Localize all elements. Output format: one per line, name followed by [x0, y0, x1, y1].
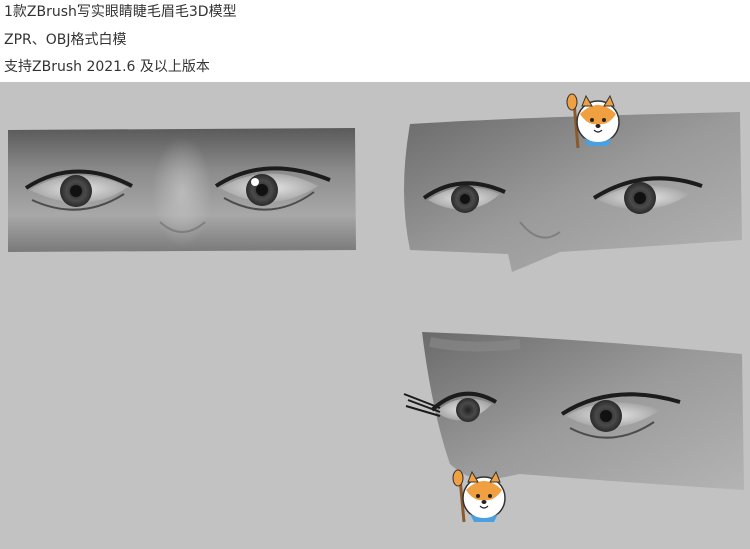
eye-model-front-view — [8, 128, 356, 252]
eye-model-three-quarter-view — [404, 112, 742, 272]
description-text-block: 1款ZBrush写实眼睛睫毛眉毛3D模型 ZPR、OBJ格式白模 支持ZBrus… — [0, 0, 750, 82]
render-svg — [8, 93, 744, 523]
shiba-mascot-icon — [452, 469, 506, 523]
eye-model-side-view — [403, 332, 744, 490]
description-line-2: ZPR、OBJ格式白模 — [4, 32, 127, 48]
description-line-1: 1款ZBrush写实眼睛睫毛眉毛3D模型 — [4, 4, 237, 20]
model-render-canvas — [0, 82, 750, 549]
description-line-3: 支持ZBrush 2021.6 及以上版本 — [4, 59, 210, 75]
